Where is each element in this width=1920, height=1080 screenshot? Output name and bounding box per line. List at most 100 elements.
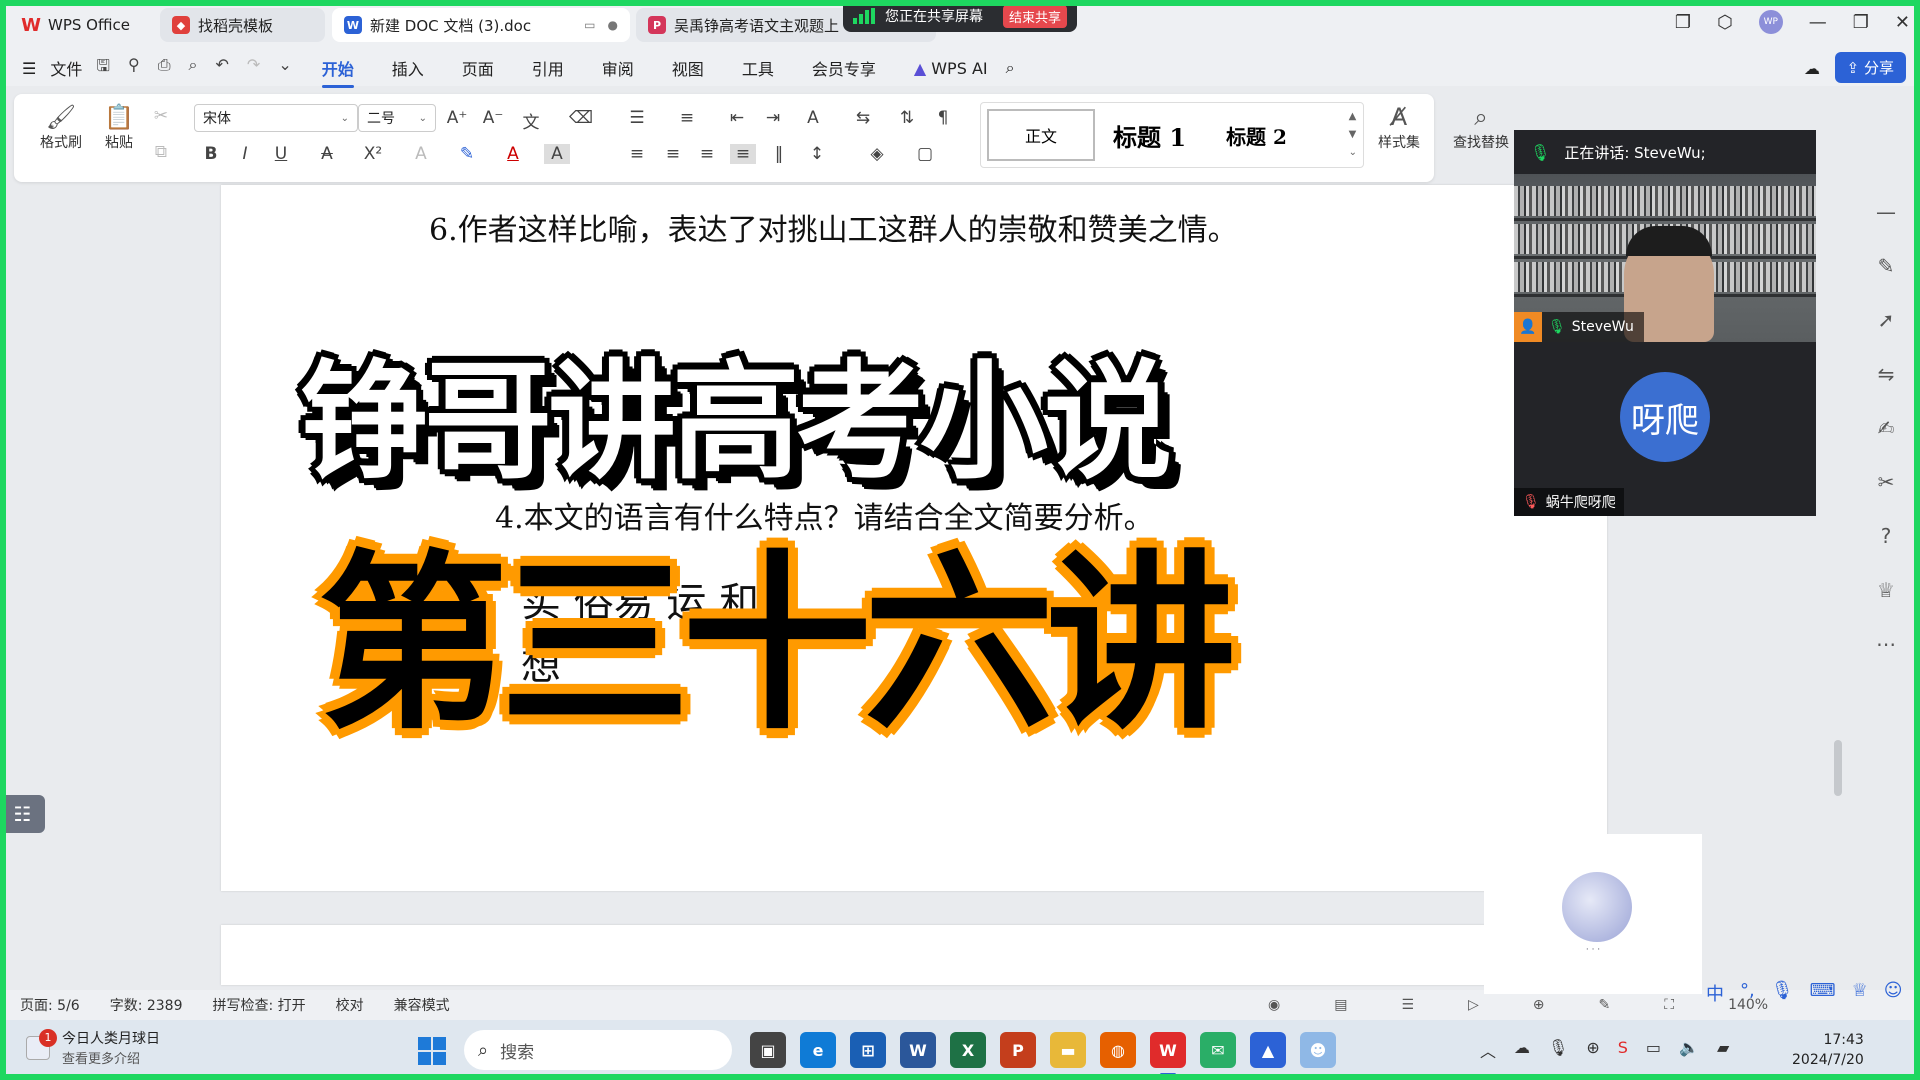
volume-icon[interactable]: 🔈	[1679, 1038, 1699, 1062]
undo-icon[interactable]: ↶	[216, 55, 229, 82]
text-direction-icon[interactable]: A	[800, 108, 826, 128]
firefox-icon[interactable]: ◍	[1100, 1032, 1136, 1068]
cube-icon[interactable]: ⬡	[1717, 12, 1733, 33]
shrink-font-icon[interactable]: A⁻	[480, 108, 506, 128]
maximize-icon[interactable]: ❐	[1853, 12, 1869, 33]
convert-icon[interactable]: ⇆	[850, 108, 876, 128]
font-size-select[interactable]: 二号 ⌄	[358, 104, 436, 132]
redo-icon[interactable]: ↷	[247, 55, 260, 82]
more-dots-icon[interactable]: ⋯	[1876, 632, 1896, 656]
ime-chinese[interactable]: 中	[1706, 980, 1724, 1006]
windows-start-icon[interactable]	[418, 1037, 446, 1065]
print-preview-icon[interactable]: ⌕	[189, 55, 198, 82]
user-avatar[interactable]: WP	[1758, 10, 1783, 34]
border-icon[interactable]: ▢	[912, 144, 938, 164]
copy-icon[interactable]: ⧉	[148, 142, 174, 162]
play-icon[interactable]: ▷	[1468, 997, 1479, 1013]
taskbar-search[interactable]: ⌕ 搜索	[464, 1030, 732, 1070]
select-icon[interactable]: ➚	[1878, 308, 1895, 332]
store-icon[interactable]: ⊞	[850, 1032, 886, 1068]
shading-icon[interactable]: ◈	[864, 144, 890, 164]
style-heading-2[interactable]: 标题 2	[1226, 121, 1287, 150]
news-widget[interactable]: 1 今日人类月球日 查看更多介绍	[26, 1028, 160, 1067]
menu-file[interactable]: 文件	[50, 56, 82, 80]
justify-icon[interactable]: ≡	[730, 144, 756, 164]
monitor-icon[interactable]: ▭	[584, 18, 595, 32]
network-cloud-icon[interactable]: ☁	[1514, 1038, 1530, 1062]
vertical-scrollbar[interactable]	[1834, 740, 1842, 796]
menu-review[interactable]: 审阅	[602, 56, 634, 80]
italic-icon[interactable]: I	[232, 144, 258, 164]
pinyin-icon[interactable]: 文	[518, 108, 544, 133]
find-replace-button[interactable]: ⌕ 查找替换	[1444, 102, 1518, 152]
style-scroll-icon[interactable]: ▲ ▼ ⌄	[1349, 108, 1357, 162]
punctuation-icon[interactable]: °,	[1740, 980, 1755, 1006]
menu-reference[interactable]: 引用	[532, 56, 564, 80]
menu-member[interactable]: 会员专享	[812, 56, 876, 80]
collapse-icon[interactable]: —	[1876, 200, 1896, 224]
system-clock[interactable]: 17:43 2024/7/20	[1792, 1030, 1864, 1070]
page-indicator[interactable]: 页面: 5/6	[20, 995, 80, 1015]
line-spacing-icon[interactable]: ↕	[804, 144, 830, 164]
menu-page[interactable]: 页面	[462, 56, 494, 80]
strikethrough-icon[interactable]: A	[314, 144, 340, 164]
help-icon[interactable]: ?	[1881, 524, 1892, 548]
close-icon[interactable]: ✕	[1895, 12, 1910, 33]
meeting-app-icon[interactable]: ▲	[1250, 1032, 1286, 1068]
paste-button[interactable]: 📋 粘贴	[92, 102, 146, 152]
sort-icon[interactable]: ⇅	[894, 108, 920, 128]
shirt-icon[interactable]: ♕	[1877, 578, 1895, 602]
word-count[interactable]: 字数: 2389	[110, 995, 183, 1015]
skin-icon[interactable]: ♕	[1852, 980, 1868, 1006]
style-set-button[interactable]: A̸ 样式集	[1368, 102, 1430, 152]
pen-mode-icon[interactable]: ✎	[1599, 997, 1611, 1013]
menu-home[interactable]: 开始	[321, 56, 354, 88]
eye-icon[interactable]: ◉	[1268, 997, 1280, 1013]
ai-write-icon[interactable]: ✍	[1878, 416, 1895, 440]
participant-video[interactable]: 👤 🎙 SteveWu	[1514, 174, 1816, 342]
restore-layout-icon[interactable]: ❐	[1675, 12, 1691, 33]
bold-icon[interactable]: B	[198, 144, 224, 164]
align-left-icon[interactable]: ≡	[624, 144, 650, 164]
format-icon[interactable]: ⚲	[128, 55, 140, 82]
format-painter-button[interactable]: 🖌 格式刷	[34, 102, 88, 152]
cloud-chat-icon[interactable]: ☁	[1804, 59, 1820, 78]
minimize-icon[interactable]: —	[1809, 12, 1827, 33]
highlight-icon[interactable]: ✎	[454, 144, 480, 164]
menu-wps-ai[interactable]: ▲ WPS AI	[914, 59, 988, 78]
battery-icon[interactable]: ▰	[1717, 1038, 1729, 1062]
share-button[interactable]: ⇪ 分享	[1834, 52, 1906, 83]
wps-taskbar-icon[interactable]: W	[1150, 1032, 1186, 1076]
more-icon[interactable]: ⌄	[278, 55, 291, 82]
pen-icon[interactable]: ✎	[1878, 254, 1895, 278]
sogou-icon[interactable]: S	[1618, 1038, 1628, 1062]
page-view-icon[interactable]: ▤	[1334, 997, 1347, 1013]
clear-format-icon[interactable]: ⌫	[568, 108, 594, 128]
powerpoint-icon[interactable]: P	[1000, 1032, 1036, 1068]
font-name-select[interactable]: 宋体 ⌄	[194, 104, 358, 132]
chevron-up-icon[interactable]: ︿	[1480, 1038, 1496, 1062]
emoji-icon[interactable]: ☺	[1884, 980, 1903, 1006]
increase-indent-icon[interactable]: ⇥	[760, 108, 786, 128]
fit-icon[interactable]: ⛶	[1664, 997, 1674, 1013]
tab-document[interactable]: W 新建 DOC 文档 (3).doc ▭ ●	[332, 8, 630, 42]
superscript-icon[interactable]: X²	[360, 144, 386, 164]
bullet-list-icon[interactable]: ☰	[624, 108, 650, 128]
style-normal[interactable]: 正文	[987, 109, 1095, 161]
word-icon[interactable]: W	[900, 1032, 936, 1068]
align-center-icon[interactable]: ≡	[660, 144, 686, 164]
wechat-icon[interactable]: ✉	[1200, 1032, 1236, 1068]
menu-insert[interactable]: 插入	[392, 56, 424, 80]
underline-icon[interactable]: U	[268, 144, 294, 164]
voice-icon[interactable]: 🎙	[1771, 980, 1794, 1006]
microphone-icon[interactable]: 🎙	[1548, 1038, 1568, 1062]
live2d-icon[interactable]: ☻	[1300, 1032, 1336, 1068]
char-shading-icon[interactable]: A	[544, 144, 570, 164]
grow-font-icon[interactable]: A⁺	[444, 108, 470, 128]
align-right-icon[interactable]: ≡	[694, 144, 720, 164]
print-icon[interactable]: ⎙	[158, 55, 171, 82]
edge-icon[interactable]: e	[800, 1032, 836, 1068]
excel-icon[interactable]: X	[950, 1032, 986, 1068]
outline-toggle-icon[interactable]: ☷	[0, 795, 45, 833]
keyboard-icon[interactable]: ⌨	[1810, 980, 1836, 1006]
